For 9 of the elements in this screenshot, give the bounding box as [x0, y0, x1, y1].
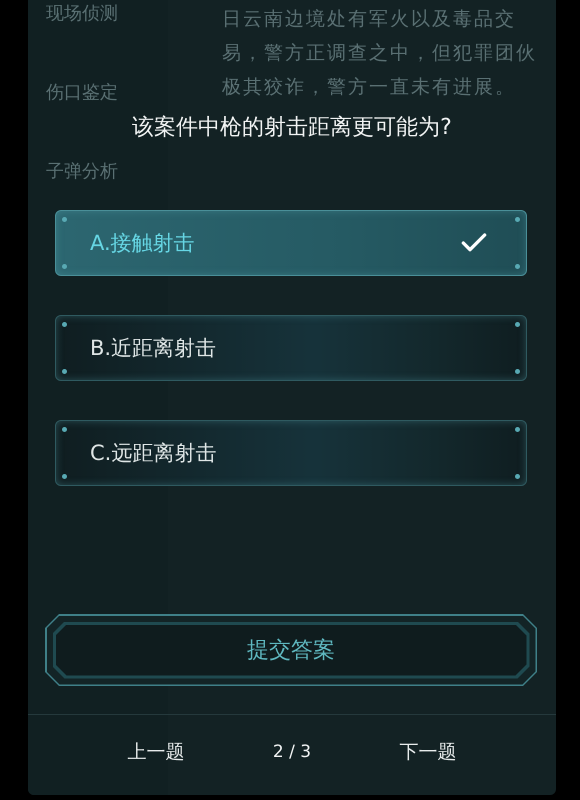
case-description: 日云南边境处有军火以及毒品交易，警方正调查之中，但犯罪团伙极其狡诈，警方一直未有进展。 — [222, 7, 538, 100]
answer-option[interactable]: A.接触射击 — [55, 210, 527, 276]
page-counter: 2 / 3 — [272, 742, 312, 762]
next-question-link[interactable]: 下一题 — [400, 739, 456, 765]
previous-question-link[interactable]: 上一题 — [128, 739, 184, 765]
submit-button[interactable]: 提交答案 — [45, 614, 537, 686]
answer-option[interactable]: C.远距离射击 — [55, 420, 527, 486]
question-text: 该案件中枪的射击距离更可能为? — [132, 114, 452, 142]
answer-option[interactable]: B.近距离射击 — [55, 315, 527, 381]
